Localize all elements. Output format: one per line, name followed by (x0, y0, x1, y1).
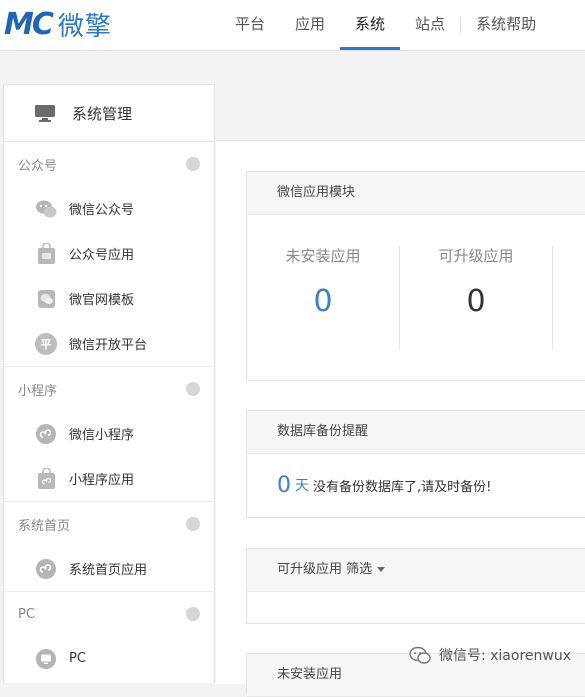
main-content: 微信应用模块 未安装应用 0 可升级应用 0 数据库备份提醒 0 天 没有备份数… (216, 140, 585, 697)
stat-upgradable[interactable]: 可升级应用 0 (400, 215, 552, 380)
sidebar-item-wechat-account[interactable]: 微信公众号 (4, 186, 214, 231)
backup-panel: 数据库备份提醒 0 天 没有备份数据库了,请及时备份! (246, 410, 585, 518)
upgrade-panel: 可升级应用 筛选 (246, 548, 585, 624)
main-nav: 平台 应用 系统 站点 系统帮助 (220, 0, 551, 50)
nav-item-apps[interactable]: 应用 (280, 0, 340, 50)
stat-uninstalled[interactable]: 未安装应用 0 (247, 215, 399, 380)
panel-title: 数据库备份提醒 (247, 411, 585, 454)
stat-value: 0 (466, 284, 486, 319)
miniprogram-app-icon (38, 467, 55, 489)
platform-icon: 平 (35, 332, 57, 355)
sidebar-item-label: 微信公众号 (69, 203, 135, 218)
nav-item-site[interactable]: 站点 (400, 0, 460, 50)
panel-title: 微信应用模块 (247, 172, 585, 215)
sidebar-item-label: 微信开放平台 (69, 338, 148, 353)
collapse-toggle-icon[interactable] (186, 607, 200, 621)
group-title: 系统首页 (18, 518, 71, 534)
sidebar-item-pc[interactable]: PC (4, 636, 214, 681)
sidebar: 系统管理 公众号 微信公众号 公众号应用 微官网模板 平 微信开放平台 小程序 … (3, 84, 215, 683)
collapse-toggle-icon[interactable] (186, 157, 200, 171)
backup-days: 0 (277, 472, 291, 498)
nav-item-platform[interactable]: 平台 (220, 0, 280, 50)
group-title: PC (18, 606, 35, 622)
stats-row: 未安装应用 0 可升级应用 0 (247, 215, 585, 380)
pc-icon (36, 648, 56, 669)
sidebar-item-home-apps[interactable]: 系统首页应用 (4, 546, 214, 591)
group-head-miniprogram[interactable]: 小程序 (4, 366, 214, 411)
filter-dropdown[interactable]: 筛选 (346, 562, 386, 577)
group-title: 小程序 (18, 383, 58, 399)
filter-label: 筛选 (346, 562, 373, 577)
backup-days-unit: 天 (295, 478, 309, 494)
sidebar-item-account-apps[interactable]: 公众号应用 (4, 231, 214, 276)
collapse-toggle-icon[interactable] (186, 517, 200, 531)
sidebar-item-label: 公众号应用 (69, 248, 135, 263)
top-bar: MC 微擎 平台 应用 系统 站点 系统帮助 (0, 0, 585, 51)
sidebar-item-label: 系统首页应用 (69, 563, 148, 578)
stat-label: 未安装应用 (285, 247, 361, 265)
wechat-watermark-icon (409, 646, 431, 664)
group-title: 公众号 (18, 158, 58, 174)
stat-label: 可升级应用 (438, 247, 514, 265)
group-head-official-account[interactable]: 公众号 (4, 142, 214, 186)
nav-item-system[interactable]: 系统 (340, 0, 401, 50)
sidebar-title-label: 系统管理 (72, 104, 133, 123)
watermark: 微信号: xiaorenwux (409, 645, 571, 665)
sidebar-item-miniprogram-apps[interactable]: 小程序应用 (4, 456, 214, 501)
backup-message: 没有备份数据库了,请及时备份! (313, 479, 492, 495)
upgrade-panel-title: 可升级应用 (277, 562, 343, 577)
collapse-toggle-icon[interactable] (186, 382, 200, 396)
sidebar-item-open-platform[interactable]: 平 微信开放平台 (4, 321, 214, 366)
logo-mark: MC (4, 6, 54, 42)
module-panel: 微信应用模块 未安装应用 0 可升级应用 0 (246, 171, 585, 381)
group-head-pc[interactable]: PC (4, 591, 214, 636)
stat-value: 0 (313, 284, 333, 319)
miniprogram-icon (36, 423, 56, 444)
caret-down-icon (377, 567, 386, 572)
stat-divider (552, 245, 553, 349)
wechat-icon (36, 200, 57, 217)
sidebar-item-label: 微官网模板 (69, 293, 135, 308)
sidebar-item-site-template[interactable]: 微官网模板 (4, 276, 214, 321)
home-app-icon (36, 558, 56, 579)
sidebar-title: 系统管理 (4, 85, 214, 142)
template-icon (38, 289, 55, 308)
monitor-icon (35, 105, 55, 122)
nav-item-help[interactable]: 系统帮助 (461, 0, 551, 50)
sidebar-item-label: 微信小程序 (69, 428, 135, 443)
backup-reminder: 0 天 没有备份数据库了,请及时备份! (247, 454, 585, 516)
sidebar-item-label: PC (69, 651, 86, 666)
logo[interactable]: MC 微擎 (4, 6, 112, 42)
panel-title: 可升级应用 筛选 (247, 549, 585, 592)
sidebar-item-miniprogram[interactable]: 微信小程序 (4, 411, 214, 456)
app-bag-icon (38, 242, 55, 264)
logo-text: 微擎 (57, 11, 112, 42)
group-head-system-home[interactable]: 系统首页 (4, 501, 214, 546)
sidebar-item-label: 小程序应用 (69, 473, 135, 488)
watermark-text: 微信号: xiaorenwux (438, 648, 571, 664)
